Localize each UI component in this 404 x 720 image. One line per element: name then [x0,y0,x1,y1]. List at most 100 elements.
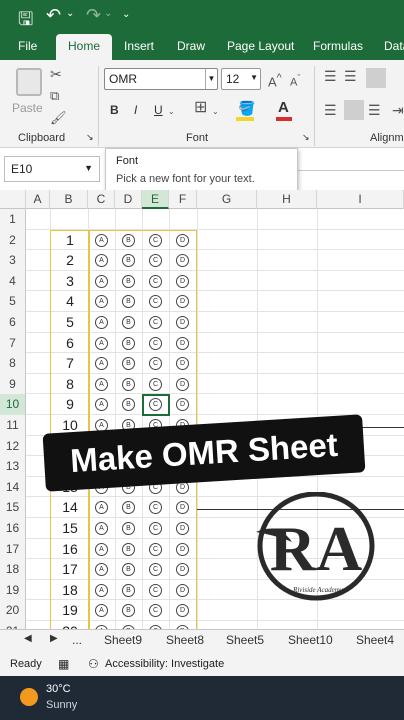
row-header[interactable]: 6 [0,312,26,333]
answer-bubble-b[interactable]: B [122,377,135,391]
answer-bubble-a[interactable]: A [95,583,108,597]
font-color-icon[interactable]: A [278,98,289,118]
row-header[interactable]: 12 [0,435,26,457]
question-number[interactable]: 2 [52,252,88,268]
answer-bubble-c[interactable]: C [149,336,162,350]
row-header[interactable]: 2 [0,229,26,251]
answer-bubble-c[interactable]: C [149,233,162,247]
increase-font-icon[interactable]: A^ [268,68,282,92]
answer-bubble-c[interactable]: C [149,316,162,329]
question-number[interactable]: 4 [52,293,88,309]
scroll-right-icon[interactable]: ▶ [50,633,58,644]
selected-cell[interactable] [142,394,170,416]
answer-bubble-a[interactable]: A [95,233,108,247]
answer-bubble-b[interactable]: B [122,274,135,288]
sheet-tab[interactable]: Sheet4 [356,633,394,647]
row-header[interactable]: 1 [0,209,26,230]
underline-button[interactable]: U [154,100,163,120]
column-header[interactable]: G [197,190,257,209]
row-header[interactable]: 16 [0,518,26,539]
row-header[interactable]: 9 [0,373,26,395]
row-header[interactable]: 13 [0,456,26,477]
answer-bubble-d[interactable]: D [176,583,189,597]
answer-bubble-c[interactable]: C [149,542,162,556]
sheet-tab[interactable]: Sheet8 [166,633,204,647]
answer-bubble-b[interactable]: B [122,233,135,247]
row-header[interactable]: 14 [0,476,26,498]
answer-bubble-d[interactable]: D [176,522,189,535]
cut-icon[interactable]: ✂ [50,64,62,84]
answer-bubble-c[interactable]: C [149,583,162,597]
align-right-icon[interactable]: ☰ [368,100,381,120]
paste-button[interactable]: Paste [12,98,43,118]
answer-bubble-b[interactable]: B [122,336,135,350]
question-number[interactable]: 8 [52,376,88,392]
question-number[interactable]: 16 [52,541,88,557]
chevron-down-icon[interactable]: ⌄ [212,102,219,122]
column-header[interactable]: A [26,190,50,209]
answer-bubble-a[interactable]: A [95,542,108,556]
column-header[interactable]: E [142,190,169,209]
answer-bubble-b[interactable]: B [122,316,135,329]
column-header[interactable]: I [317,190,404,209]
fill-color-icon[interactable]: 🪣 [238,98,255,118]
chevron-down-icon[interactable]: ▼ [205,69,217,89]
name-box[interactable]: E10 ▼ [4,156,100,182]
answer-bubble-d[interactable]: D [176,274,189,288]
macro-record-icon[interactable]: ▦ [58,657,69,671]
row-header[interactable]: 21 [0,621,26,629]
row-header[interactable]: 4 [0,270,26,292]
chevron-down-icon[interactable]: ▼ [84,163,93,173]
answer-bubble-a[interactable]: A [95,274,108,288]
question-number[interactable]: 1 [52,232,88,248]
sun-icon[interactable] [20,688,38,706]
answer-bubble-d[interactable]: D [176,316,189,329]
sheet-tab[interactable]: Sheet9 [104,633,142,647]
customize-toolbar-icon[interactable]: ⌄ [122,9,130,20]
dialog-launcher-icon[interactable]: ↘ [86,132,94,143]
align-center-icon[interactable] [344,100,364,120]
scroll-left-icon[interactable]: ◀ [24,633,32,644]
question-number[interactable]: 3 [52,273,88,289]
question-number[interactable]: 17 [52,561,88,577]
tab-insert[interactable]: Insert [124,39,154,53]
question-number[interactable]: 9 [52,396,88,412]
font-name-combobox[interactable]: OMR ▼ [104,68,218,90]
row-header[interactable]: 17 [0,538,26,560]
paste-icon[interactable] [16,68,42,96]
chevron-down-icon[interactable]: ⌄ [66,8,74,19]
tab-file[interactable]: File [18,39,37,53]
row-header[interactable]: 7 [0,332,26,354]
chevron-down-icon[interactable]: ⌄ [168,102,175,122]
align-left-icon[interactable]: ☰ [324,100,337,120]
answer-bubble-c[interactable]: C [149,522,162,535]
copy-icon[interactable]: ⧉ [50,86,59,106]
row-header[interactable]: 19 [0,579,26,601]
answer-bubble-b[interactable]: B [122,522,135,535]
answer-bubble-c[interactable]: C [149,377,162,391]
tab-page-layout[interactable]: Page Layout [227,39,294,53]
answer-bubble-d[interactable]: D [176,336,189,350]
row-header[interactable]: 3 [0,250,26,271]
question-number[interactable]: 7 [52,355,88,371]
question-number[interactable]: 14 [52,499,88,515]
answer-bubble-b[interactable]: B [122,542,135,556]
undo-icon[interactable]: ↶ [46,5,61,26]
sheet-tab[interactable]: Sheet10 [288,633,333,647]
answer-bubble-d[interactable]: D [176,377,189,391]
accessibility-icon[interactable]: ⚇ [88,657,99,671]
tab-formulas[interactable]: Formulas [313,39,363,53]
answer-bubble-d[interactable]: D [176,233,189,247]
indent-icon[interactable]: ⇥ [392,100,404,120]
align-bottom-icon[interactable] [366,68,386,88]
save-icon[interactable]: 🖫 [18,7,33,37]
question-number[interactable]: 19 [52,602,88,618]
column-header[interactable]: D [115,190,142,209]
question-number[interactable]: 18 [52,582,88,598]
font-size-combobox[interactable]: 12 ▼ [221,68,261,90]
align-top-icon[interactable]: ☰ [324,66,337,86]
tab-home[interactable]: Home [56,34,112,60]
column-header[interactable]: F [169,190,197,209]
row-header[interactable]: 5 [0,291,26,312]
row-header[interactable]: 10 [0,394,26,415]
